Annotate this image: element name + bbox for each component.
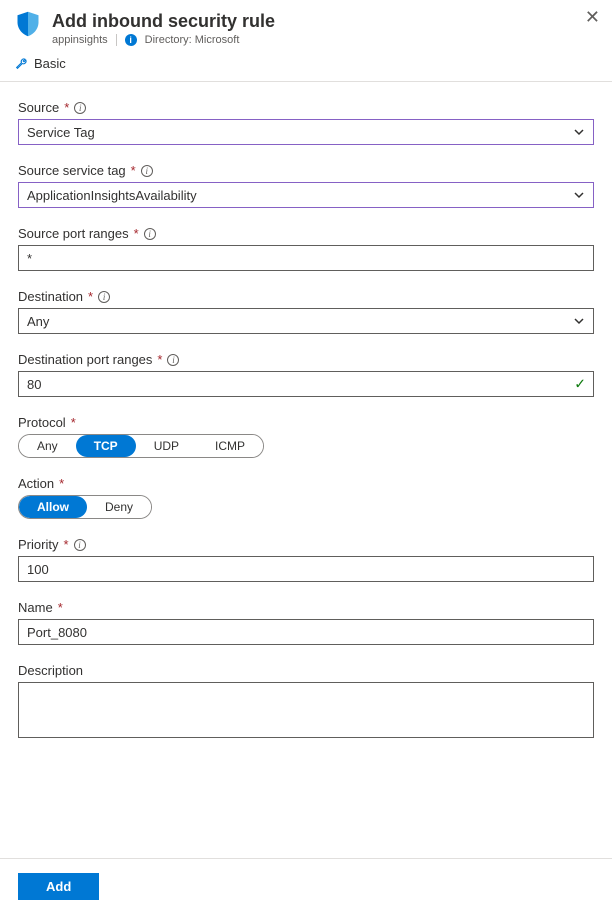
info-icon[interactable]: i xyxy=(74,102,86,114)
protocol-option-icmp[interactable]: ICMP xyxy=(197,435,263,457)
source-port-ranges-input[interactable] xyxy=(18,245,594,271)
info-badge-icon: i xyxy=(125,34,137,46)
required-indicator: * xyxy=(58,600,63,615)
source-port-ranges-label: Source port ranges xyxy=(18,226,129,241)
priority-label: Priority xyxy=(18,537,58,552)
toolbar: Basic xyxy=(0,52,612,81)
label-row: Source port ranges * i xyxy=(18,226,594,241)
label-row: Destination * i xyxy=(18,289,594,304)
info-icon[interactable]: i xyxy=(144,228,156,240)
panel-title: Add inbound security rule xyxy=(52,10,598,32)
field-description: Description xyxy=(18,663,594,741)
resource-name: appinsights xyxy=(52,34,108,46)
form: Source * i Service Tag Source service ta… xyxy=(0,82,612,741)
destination-value: Any xyxy=(27,314,49,329)
label-row: Source service tag * i xyxy=(18,163,594,178)
priority-input[interactable] xyxy=(18,556,594,582)
source-service-tag-label: Source service tag xyxy=(18,163,126,178)
info-icon[interactable]: i xyxy=(74,539,86,551)
close-button[interactable]: ✕ xyxy=(585,8,600,26)
field-destination-port-ranges: Destination port ranges * i ✓ xyxy=(18,352,594,397)
protocol-pill-group: Any TCP UDP ICMP xyxy=(18,434,264,458)
required-indicator: * xyxy=(134,226,139,241)
info-icon[interactable]: i xyxy=(98,291,110,303)
field-action: Action * Allow Deny xyxy=(18,476,594,519)
source-value: Service Tag xyxy=(27,125,95,140)
directory-label: Directory: Microsoft xyxy=(145,34,240,46)
description-input[interactable] xyxy=(18,682,594,738)
action-label: Action xyxy=(18,476,54,491)
action-pill-group: Allow Deny xyxy=(18,495,152,519)
required-indicator: * xyxy=(64,100,69,115)
info-icon[interactable]: i xyxy=(167,354,179,366)
description-label: Description xyxy=(18,663,83,678)
panel-header: Add inbound security rule appinsights i … xyxy=(0,0,612,52)
field-destination: Destination * i Any xyxy=(18,289,594,334)
label-row: Priority * i xyxy=(18,537,594,552)
basic-link[interactable]: Basic xyxy=(34,56,66,71)
label-row: Protocol * xyxy=(18,415,594,430)
panel-subtitle: appinsights i Directory: Microsoft xyxy=(52,34,598,46)
field-name: Name * xyxy=(18,600,594,645)
label-row: Name * xyxy=(18,600,594,615)
name-label: Name xyxy=(18,600,53,615)
protocol-option-udp[interactable]: UDP xyxy=(136,435,197,457)
required-indicator: * xyxy=(71,415,76,430)
field-priority: Priority * i xyxy=(18,537,594,582)
checkmark-icon: ✓ xyxy=(574,376,586,393)
label-row: Action * xyxy=(18,476,594,491)
shield-icon xyxy=(14,10,42,38)
source-service-tag-value: ApplicationInsightsAvailability xyxy=(27,188,197,203)
wrench-icon xyxy=(14,57,28,71)
header-text: Add inbound security rule appinsights i … xyxy=(52,10,598,46)
chevron-down-icon xyxy=(573,126,585,138)
field-source-service-tag: Source service tag * i ApplicationInsigh… xyxy=(18,163,594,208)
destination-port-ranges-input[interactable] xyxy=(18,371,594,397)
protocol-option-tcp[interactable]: TCP xyxy=(76,435,136,457)
close-icon: ✕ xyxy=(585,7,600,27)
input-wrap: ✓ xyxy=(18,371,594,397)
required-indicator: * xyxy=(59,476,64,491)
label-row: Source * i xyxy=(18,100,594,115)
info-icon[interactable]: i xyxy=(141,165,153,177)
label-row: Description xyxy=(18,663,594,678)
action-option-deny[interactable]: Deny xyxy=(87,496,151,518)
destination-port-ranges-label: Destination port ranges xyxy=(18,352,152,367)
required-indicator: * xyxy=(63,537,68,552)
source-label: Source xyxy=(18,100,59,115)
divider xyxy=(116,34,117,46)
source-select[interactable]: Service Tag xyxy=(18,119,594,145)
add-button[interactable]: Add xyxy=(18,873,99,900)
name-input[interactable] xyxy=(18,619,594,645)
chevron-down-icon xyxy=(573,189,585,201)
footer: Add xyxy=(0,858,612,914)
required-indicator: * xyxy=(131,163,136,178)
field-source: Source * i Service Tag xyxy=(18,100,594,145)
action-option-allow[interactable]: Allow xyxy=(19,496,87,518)
chevron-down-icon xyxy=(573,315,585,327)
destination-select[interactable]: Any xyxy=(18,308,594,334)
field-source-port-ranges: Source port ranges * i xyxy=(18,226,594,271)
label-row: Destination port ranges * i xyxy=(18,352,594,367)
source-service-tag-select[interactable]: ApplicationInsightsAvailability xyxy=(18,182,594,208)
protocol-label: Protocol xyxy=(18,415,66,430)
required-indicator: * xyxy=(157,352,162,367)
protocol-option-any[interactable]: Any xyxy=(19,435,76,457)
field-protocol: Protocol * Any TCP UDP ICMP xyxy=(18,415,594,458)
destination-label: Destination xyxy=(18,289,83,304)
required-indicator: * xyxy=(88,289,93,304)
